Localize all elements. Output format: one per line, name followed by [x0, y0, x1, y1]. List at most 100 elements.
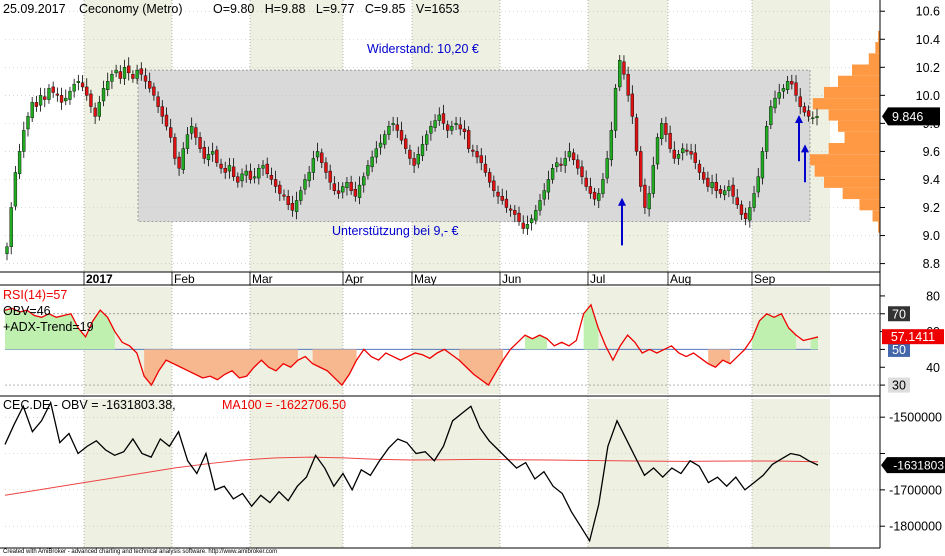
price-tick-label: 10.4 — [916, 33, 940, 47]
candle-up — [618, 60, 622, 88]
candle-down — [634, 117, 639, 152]
candle-down — [336, 190, 341, 194]
volume-profile-bar — [852, 64, 880, 76]
candle-up — [244, 170, 248, 176]
resistance-annotation: Widerstand: 10,20 € — [367, 42, 479, 56]
candle-up — [9, 207, 13, 247]
candle-down — [441, 113, 446, 124]
candle-up — [303, 179, 307, 190]
candle-up — [307, 172, 311, 182]
candle-down — [559, 163, 563, 166]
candle-up — [647, 193, 651, 210]
candle-down — [500, 196, 504, 201]
candle-down — [164, 114, 169, 127]
support-annotation: Unterstützung bei 9,- € — [332, 224, 459, 238]
candle-up — [22, 130, 26, 152]
candle-up — [546, 179, 551, 193]
candle-up — [660, 123, 664, 140]
candle-down — [693, 152, 697, 163]
candle-up — [605, 158, 609, 179]
candle-down — [471, 149, 475, 152]
adx-label: +ADX-Trend=19 — [3, 320, 94, 334]
volume-profile-bar — [872, 210, 880, 222]
current-price-label: 9.846 — [892, 110, 923, 124]
candle-down — [483, 163, 488, 173]
candle-up — [366, 165, 370, 176]
candle-down — [672, 149, 676, 159]
candle-down — [152, 86, 156, 96]
volume-profile-bar — [810, 154, 880, 166]
rsi-tick-label: 80 — [926, 289, 940, 303]
rsi-tick-label: 40 — [926, 361, 940, 375]
candle-down — [131, 74, 135, 79]
candle-up — [613, 88, 618, 131]
candle-up — [206, 154, 211, 161]
price-tick-label: 8.8 — [923, 257, 940, 271]
candle-up — [76, 81, 81, 83]
candle-down — [802, 106, 807, 113]
candle-down — [584, 177, 588, 187]
candle-up — [257, 168, 261, 179]
candle-down — [487, 172, 492, 183]
obv-count-label: OBV=46 — [3, 304, 51, 318]
obv-tick-label: -1500000 — [889, 411, 942, 425]
candle-down — [282, 194, 286, 197]
candle-up — [294, 200, 299, 212]
candle-down — [353, 189, 358, 197]
candle-down — [630, 93, 635, 117]
candle-up — [710, 182, 714, 189]
candle-down — [324, 162, 328, 173]
candle-down — [219, 163, 223, 169]
candle-down — [273, 179, 278, 187]
candle-down — [399, 130, 404, 141]
candle-down — [517, 212, 521, 222]
price-tick-label: 10.6 — [916, 5, 940, 19]
candle-up — [181, 148, 185, 170]
candle-up — [64, 97, 68, 102]
candle-down — [51, 86, 55, 93]
month-label: Feb — [174, 272, 195, 286]
candle-down — [231, 166, 236, 177]
price-tick-label: 10.0 — [916, 89, 940, 103]
volume-profile-bar — [828, 143, 880, 155]
candle-up — [387, 125, 391, 135]
candle-up — [534, 210, 538, 221]
candle-up — [727, 186, 731, 191]
candle-down — [215, 149, 219, 163]
candle-down — [286, 196, 290, 205]
candle-down — [446, 124, 450, 131]
candle-up — [454, 123, 458, 125]
candle-down — [718, 189, 723, 194]
candle-up — [370, 156, 374, 168]
obv-tick-label: -1800000 — [889, 520, 942, 534]
candle-up — [597, 193, 601, 201]
candle-up — [437, 114, 441, 121]
month-band — [0, 399, 84, 548]
candle-down — [118, 71, 122, 79]
candle-down — [395, 124, 399, 131]
candle-down — [735, 197, 739, 205]
month-label: Aug — [670, 272, 691, 286]
candle-up — [609, 130, 614, 161]
month-band — [668, 287, 752, 394]
candle-down — [622, 61, 626, 75]
candle-down — [794, 82, 798, 96]
footer-credit: Created with AmiBroker - advanced charti… — [3, 549, 277, 555]
candle-up — [261, 165, 265, 169]
volume-profile-bar — [875, 42, 880, 54]
price-tick-label: 9.6 — [923, 145, 940, 159]
obv-value-label: -1631803 — [893, 459, 944, 473]
candle-down — [492, 180, 496, 191]
candle-down — [462, 128, 467, 132]
candle-up — [122, 67, 127, 79]
month-band — [412, 399, 500, 548]
candle-down — [173, 137, 177, 159]
candle-up — [189, 125, 194, 134]
candle-down — [702, 172, 706, 180]
candle-up — [563, 158, 567, 166]
candle-up — [240, 173, 244, 182]
candle-up — [362, 176, 366, 186]
candle-down — [156, 96, 160, 107]
rsi-label: RSI(14)=57 — [3, 288, 67, 302]
candle-down — [714, 182, 718, 191]
